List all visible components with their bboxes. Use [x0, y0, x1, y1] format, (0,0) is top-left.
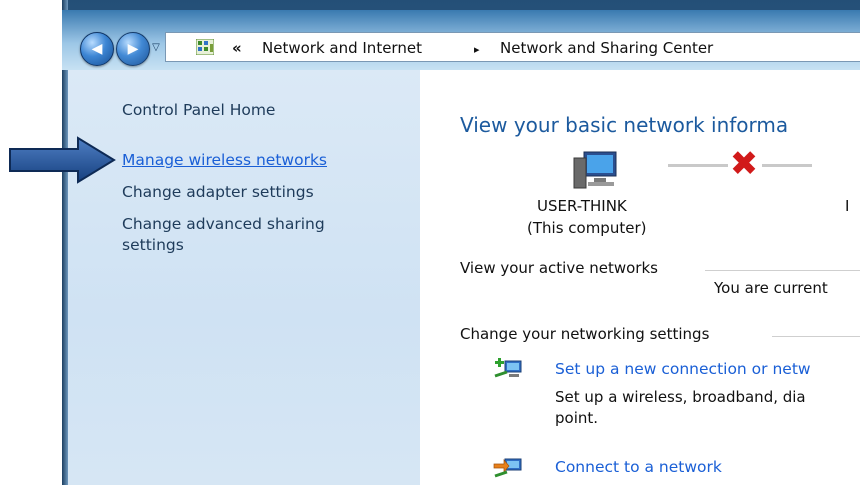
computer-caption: (This computer)	[527, 219, 647, 237]
breadcrumb-overflow[interactable]: «	[232, 39, 242, 57]
new-connection-icon	[494, 358, 522, 378]
sidebar-item-change-adapter-settings[interactable]: Change adapter settings	[122, 183, 314, 201]
active-networks-status: You are current	[714, 279, 828, 297]
section-divider	[772, 336, 860, 337]
pointer-arrow-icon	[9, 136, 116, 184]
setup-connection-description: Set up a wireless, broadband, dia	[555, 388, 806, 406]
control-panel-icon	[196, 39, 214, 55]
section-divider	[705, 270, 860, 271]
forward-button[interactable]: ▶	[116, 32, 150, 66]
connection-line	[668, 164, 728, 167]
disconnected-x-icon[interactable]: ✖	[728, 147, 760, 181]
setup-connection-link[interactable]: Set up a new connection or netw	[555, 360, 811, 378]
internet-label: I	[845, 197, 850, 215]
recent-pages-dropdown[interactable]: ▽	[150, 42, 162, 54]
breadcrumb-network-and-internet[interactable]: Network and Internet	[262, 39, 422, 57]
back-button[interactable]: ◀	[80, 32, 114, 66]
sidebar-item-manage-wireless-networks[interactable]: Manage wireless networks	[122, 151, 327, 169]
page-title: View your basic network informa	[460, 113, 789, 137]
setup-connection-description-cont: point.	[555, 409, 599, 427]
breadcrumb-network-and-sharing-center[interactable]: Network and Sharing Center	[500, 39, 713, 57]
left-navigation-pane	[68, 70, 420, 485]
active-networks-heading: View your active networks	[460, 259, 658, 277]
computer-icon	[573, 151, 617, 189]
back-arrow-icon: ◀	[91, 41, 103, 57]
networking-settings-heading: Change your networking settings	[460, 325, 710, 343]
connect-to-network-link[interactable]: Connect to a network	[555, 458, 722, 476]
forward-arrow-icon: ▶	[127, 41, 139, 57]
computer-name: USER-THINK	[537, 197, 627, 215]
connect-network-icon	[493, 458, 522, 478]
sidebar-item-change-advanced-sharing-settings[interactable]: Change advanced sharing settings	[122, 214, 382, 256]
breadcrumb-separator-icon[interactable]: ▸	[474, 43, 480, 56]
sidebar-item-control-panel-home[interactable]: Control Panel Home	[122, 101, 275, 119]
connection-line	[762, 164, 812, 167]
